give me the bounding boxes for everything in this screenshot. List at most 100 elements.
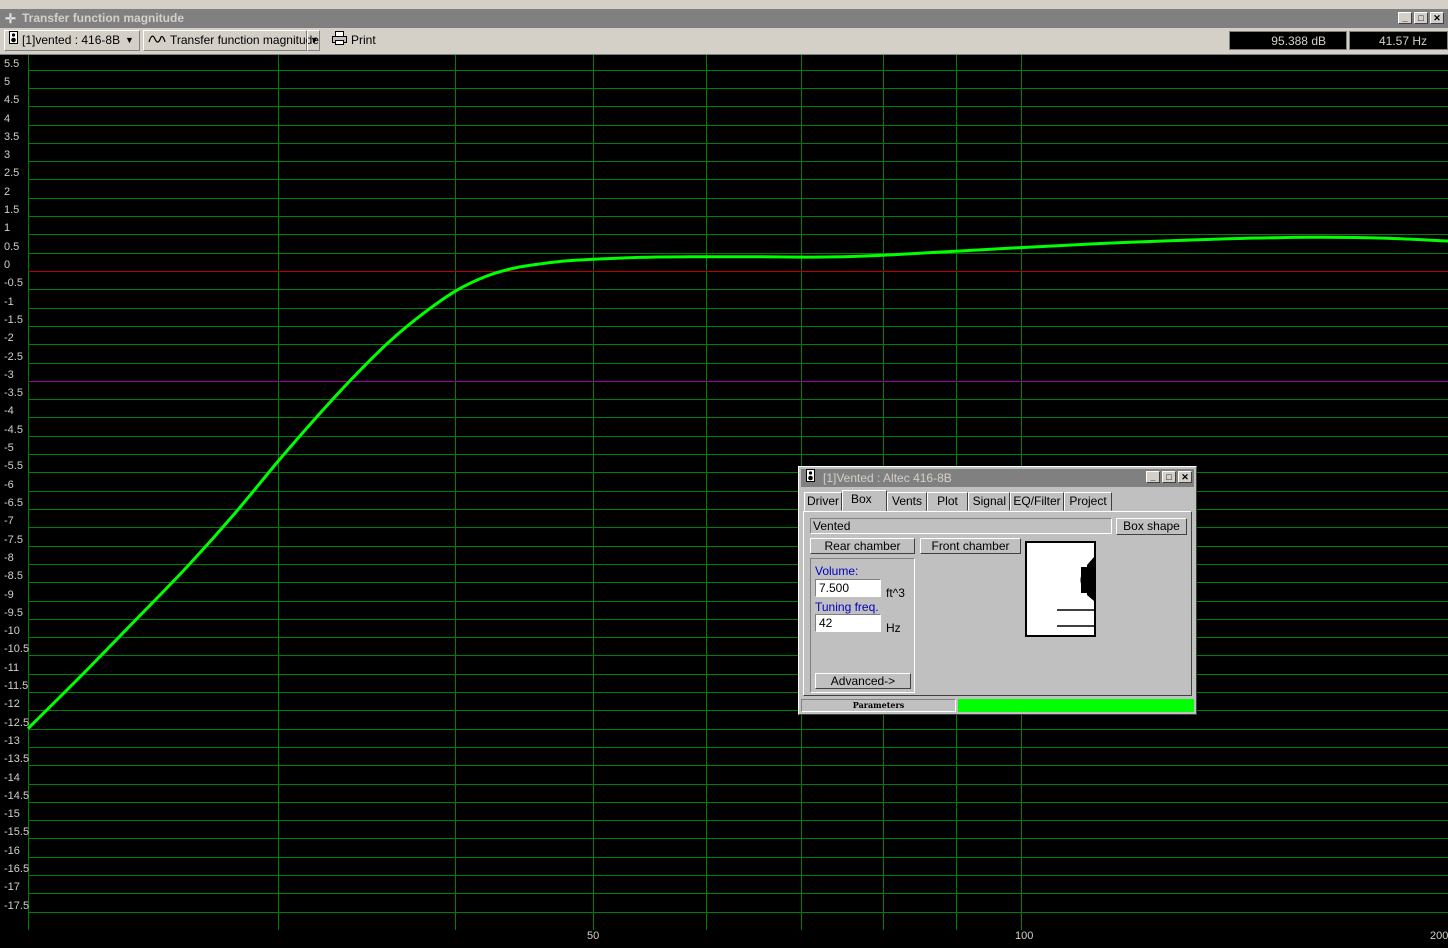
maximize-button[interactable]: □	[1414, 12, 1428, 24]
y-tick-label: -4	[4, 405, 14, 417]
chevron-down-icon: ▼	[310, 35, 319, 45]
dialog-minimize-button[interactable]: _	[1146, 471, 1160, 483]
x-tick-label: 200	[1430, 930, 1448, 942]
y-tick-label: -10	[4, 625, 20, 637]
status-bar: Parameters	[801, 699, 1194, 712]
plot-select-label: Transfer function magnitude	[170, 33, 319, 47]
close-button[interactable]: ✕	[1430, 12, 1444, 24]
tab-vents[interactable]: Vents	[887, 492, 927, 511]
dialog-title: [1]Vented : Altec 416-8B	[823, 471, 952, 485]
dialog-controls: _ □ ✕	[1144, 471, 1192, 485]
plot-select[interactable]: Transfer function magnitude	[143, 30, 319, 51]
y-tick-label: -12	[4, 698, 20, 710]
magnitude-plot[interactable]	[0, 55, 1448, 948]
y-tick-label: -9	[4, 589, 14, 601]
front-chamber-button[interactable]: Front chamber	[920, 538, 1021, 554]
y-tick-label: -8.5	[4, 570, 23, 582]
y-tick-label: 3.5	[4, 131, 20, 143]
window-title: Transfer function magnitude	[22, 11, 185, 25]
tab-signal[interactable]: Signal	[968, 492, 1010, 511]
volume-input[interactable]: 7.500	[815, 579, 881, 597]
y-tick-label: -16.5	[4, 863, 30, 875]
y-tick-label: -17.5	[4, 900, 30, 912]
y-tick-label: 1.5	[4, 204, 20, 216]
y-tick-label: -8	[4, 552, 14, 564]
y-tick-label: -6.5	[4, 497, 23, 509]
y-tick-label: -5	[4, 442, 14, 454]
y-tick-label: -1	[4, 296, 14, 308]
y-tick-label: -13	[4, 735, 20, 747]
driver-select[interactable]: [1]vented : 416-8B ▼	[4, 30, 140, 51]
y-tick-label: -9.5	[4, 607, 23, 619]
y-tick-label: -2	[4, 332, 14, 344]
y-tick-label: 1	[4, 222, 11, 234]
y-tick-label: -5.5	[4, 460, 23, 472]
window-controls: _ □ ✕	[1396, 12, 1444, 26]
y-tick-label: -0.5	[4, 277, 23, 289]
chevron-down-icon: ▼	[125, 35, 134, 45]
y-tick-label: -6	[4, 479, 14, 491]
speaker-icon	[806, 469, 815, 487]
dialog-maximize-button[interactable]: □	[1162, 471, 1176, 483]
plot-background	[28, 55, 1448, 930]
tab-project[interactable]: Project	[1064, 492, 1112, 511]
tab-driver[interactable]: Driver	[804, 492, 842, 511]
y-tick-label: -7	[4, 515, 14, 527]
y-tick-label: 5	[4, 76, 11, 88]
box-diagram	[1025, 541, 1096, 637]
y-tick-label: -3	[4, 369, 14, 381]
box-panel: Vented Box shape Rear chamber Front cham…	[803, 511, 1192, 696]
y-tick-label: -10.5	[4, 643, 30, 655]
y-tick-label: 3	[4, 149, 11, 161]
dialog-close-button[interactable]: ✕	[1178, 471, 1192, 483]
y-tick-label: -16	[4, 845, 20, 857]
y-tick-label: 0.5	[4, 241, 20, 253]
y-tick-label: 2.5	[4, 167, 20, 179]
tuning-label: Tuning freq.	[815, 600, 879, 614]
y-tick-label: -11.5	[4, 680, 29, 692]
toolbar: [1]vented : 416-8B ▼ Transfer function m…	[0, 28, 1448, 55]
x-tick-label: 50	[587, 930, 600, 942]
y-tick-label: -12.5	[4, 717, 30, 729]
y-tick-label: 0	[4, 259, 11, 271]
db-readout: 95.388 dB	[1229, 31, 1347, 50]
tab-eq-filter[interactable]: EQ/Filter	[1010, 492, 1064, 511]
advanced-button[interactable]: Advanced->	[815, 673, 911, 689]
y-tick-label: -7.5	[4, 534, 23, 546]
status-label: Parameters	[801, 699, 956, 712]
window-titlebar: ✛ Transfer function magnitude _ □ ✕	[0, 9, 1448, 28]
y-tick-label: -11	[4, 662, 20, 674]
printer-icon	[332, 31, 347, 51]
y-tick-label: -4.5	[4, 424, 23, 436]
y-tick-label: 5.5	[4, 58, 20, 70]
rear-chamber-group: Volume: 7.500 ft^3 Tuning freq. 42 Hz Ad…	[810, 558, 915, 693]
minimize-button[interactable]: _	[1398, 12, 1412, 24]
tab-plot[interactable]: Plot	[927, 492, 968, 511]
y-tick-label: 2	[4, 186, 11, 198]
plot-select-dropdown[interactable]: ▼	[307, 30, 320, 51]
y-tick-label: 4.5	[4, 94, 20, 106]
tab-box[interactable]: Box	[842, 490, 887, 511]
print-label: Print	[351, 33, 376, 48]
box-shape-button[interactable]: Box shape	[1116, 518, 1187, 535]
y-tick-label: -3.5	[4, 387, 23, 399]
y-tick-label: -14.5	[4, 790, 30, 802]
tuning-unit: Hz	[886, 621, 901, 635]
y-tick-label: -15.5	[4, 826, 30, 838]
dialog-titlebar: [1]Vented : Altec 416-8B _ □ ✕	[801, 469, 1194, 487]
rear-chamber-button[interactable]: Rear chamber	[810, 538, 915, 554]
move-icon: ✛	[5, 11, 16, 26]
y-tick-label: -14	[4, 772, 20, 784]
speaker-icon	[9, 31, 18, 50]
tuning-input[interactable]: 42	[815, 614, 881, 632]
y-tick-label: -15	[4, 808, 20, 820]
driver-select-label: [1]vented : 416-8B	[22, 33, 121, 47]
y-tick-label: -2.5	[4, 351, 23, 363]
box-dialog: [1]Vented : Altec 416-8B _ □ ✕ Driver Bo…	[798, 466, 1197, 715]
box-diagram-drawing	[1057, 557, 1094, 627]
x-tick-label: 100	[1015, 930, 1034, 942]
volume-label: Volume:	[815, 564, 859, 578]
print-button[interactable]: Print	[327, 30, 383, 51]
y-tick-label: -17	[4, 881, 20, 893]
box-type-field: Vented	[810, 518, 1112, 534]
